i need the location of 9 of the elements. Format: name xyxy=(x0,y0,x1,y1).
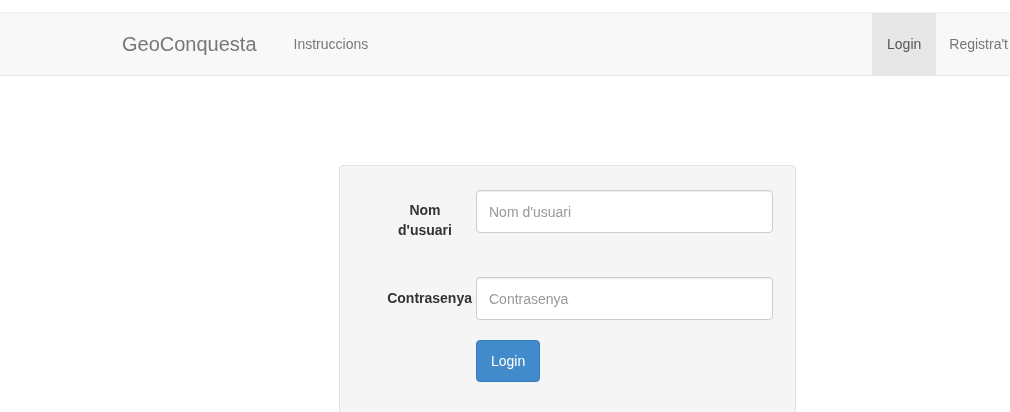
login-button[interactable]: Login xyxy=(476,340,541,382)
username-field[interactable]: Nom d'usuari xyxy=(476,190,773,233)
field-label: Contrasenya xyxy=(386,289,472,308)
field-label: Nom d'usuari xyxy=(397,201,453,240)
nav-link[interactable]: Registra't xyxy=(936,13,1010,75)
nav-link[interactable]: Login xyxy=(872,13,937,75)
password-field[interactable]: Contrasenya xyxy=(476,277,773,320)
nav-link[interactable]: Instruccions xyxy=(278,13,384,75)
brand-link[interactable]: GeoConquesta xyxy=(122,32,257,56)
